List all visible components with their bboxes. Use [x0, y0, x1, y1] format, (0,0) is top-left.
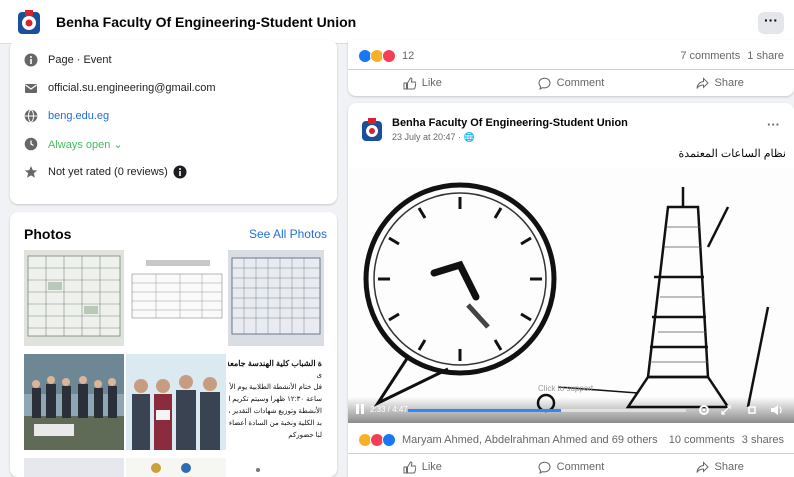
- post-reactions-summary[interactable]: Maryam Ahmed, Abdelrahman Ahmed and 69 o…: [358, 433, 658, 447]
- engagement-counts: 7 comments 1 share: [680, 50, 784, 62]
- timetable-image: [131, 260, 223, 319]
- comment-button[interactable]: Comment: [497, 70, 646, 96]
- photo-thumbnail-schedule-2[interactable]: [126, 250, 226, 346]
- rating-row: Not yet rated (0 reviews): [24, 165, 187, 179]
- thumbs-up-icon: [403, 460, 416, 473]
- photos-heading: Photos: [24, 226, 72, 242]
- photo-thumbnail-6[interactable]: [228, 458, 324, 477]
- award-photo-image: [126, 354, 226, 450]
- post-like-button[interactable]: Like: [348, 454, 497, 477]
- comment-icon: [538, 77, 551, 90]
- comment-icon: [538, 461, 551, 474]
- settings-icon[interactable]: [698, 404, 710, 416]
- photo-thumbnail-award[interactable]: [126, 354, 226, 450]
- email-row: official.su.engineering@gmail.com: [24, 81, 216, 95]
- post-like-label: Like: [421, 461, 442, 473]
- announcement-line-2: ى: [316, 372, 322, 379]
- like-button[interactable]: Like: [348, 70, 497, 96]
- like-label: Like: [421, 77, 442, 89]
- rating-info-icon[interactable]: [173, 165, 187, 179]
- post-author-name[interactable]: Benha Faculty Of Engineering-Student Uni…: [392, 117, 628, 129]
- category-row: Page · Event: [24, 53, 112, 67]
- website-row: beng.edu.eg: [24, 109, 109, 123]
- reaction-count: 12: [402, 50, 415, 62]
- website-link[interactable]: beng.edu.eg: [48, 110, 109, 122]
- video-player[interactable]: Click to support 2:33 / 4:47: [348, 167, 794, 423]
- page-title[interactable]: Benha Faculty Of Engineering-Student Uni…: [56, 14, 356, 30]
- announcement-line-3: فل ختام الأنشطة الطلابية يوم الأ: [229, 384, 322, 391]
- volume-icon[interactable]: [770, 404, 784, 416]
- announcement-line-1: ة الشباب كلية الهندسة جامعة بنه: [228, 359, 322, 368]
- announcement-text: ة الشباب كلية الهندسة جامعة بنه ى فل ختا…: [228, 358, 322, 442]
- share-icon: [696, 76, 709, 89]
- video-post: Benha Faculty Of Engineering-Student Uni…: [348, 103, 794, 477]
- more-options-button[interactable]: ···: [758, 12, 784, 34]
- pause-icon[interactable]: [354, 403, 366, 415]
- shares-count[interactable]: 1 share: [747, 50, 784, 62]
- expand-icon[interactable]: [720, 404, 732, 416]
- photo-thumbnail-schedule-3[interactable]: [228, 250, 324, 346]
- group-photo-image: [24, 354, 124, 450]
- clock-icon: [24, 137, 38, 151]
- like-reaction-icon: [382, 433, 396, 447]
- fullscreen-icon[interactable]: [746, 404, 758, 416]
- intro-card: Page · Event official.su.engineering@gma…: [10, 40, 337, 204]
- photo-thumbnail-announcement[interactable]: ة الشباب كلية الهندسة جامعة بنه ى فل ختا…: [228, 354, 324, 450]
- post-share-button[interactable]: Share: [645, 454, 794, 477]
- schedule-table-image: [27, 255, 121, 337]
- reactors-text: Maryam Ahmed, Abdelrahman Ahmed and 69 o…: [402, 434, 658, 446]
- union-logo-icon[interactable]: [16, 8, 42, 36]
- logos-image: [151, 463, 191, 473]
- post-author-logo-icon[interactable]: [360, 117, 384, 143]
- page-category: Page · Event: [48, 54, 112, 66]
- thumbs-up-icon: [403, 76, 416, 89]
- post-shares-count[interactable]: 3 shares: [742, 434, 784, 446]
- photo-thumbnail-5[interactable]: [126, 458, 226, 477]
- see-all-photos-link[interactable]: See All Photos: [249, 227, 327, 241]
- email-link[interactable]: official.su.engineering@gmail.com: [48, 82, 216, 94]
- share-button[interactable]: Share: [645, 70, 794, 96]
- comment-label: Comment: [556, 77, 605, 89]
- share-icon: [696, 460, 709, 473]
- video-controls: 2:33 / 4:47: [348, 397, 794, 423]
- hours-row: Always open ⌄: [24, 137, 123, 151]
- previous-post-footer: 12 7 comments 1 share Like Comment Share: [348, 40, 794, 96]
- reactions-summary[interactable]: 12: [358, 49, 414, 63]
- video-time: 2:33 / 4:47: [370, 405, 408, 414]
- video-watermark: Click to support: [538, 384, 594, 393]
- email-icon: [25, 84, 37, 93]
- post-caption: نظام الساعات المعتمدة: [678, 148, 787, 160]
- grid-sheet-image: [231, 257, 321, 335]
- announcement-line-4: ساعة ١٢:٣٠ ظهرا وسيتم تكريم الأ: [228, 396, 322, 403]
- photos-card: Photos See All Photos ة الشباب كلية الهن…: [10, 212, 337, 477]
- comments-count[interactable]: 7 comments: [680, 50, 740, 62]
- globe-icon: [24, 109, 38, 123]
- post-action-bar: Like Comment Share: [348, 453, 794, 477]
- announcement-line-7: لنا حضوركم: [288, 432, 322, 439]
- post-engagement-counts: 10 comments 3 shares: [669, 434, 784, 446]
- post-comment-label: Comment: [556, 461, 605, 473]
- info-icon: [24, 53, 38, 67]
- photo-thumbnail-4[interactable]: [24, 458, 124, 477]
- post-comment-button[interactable]: Comment: [497, 454, 646, 477]
- share-label: Share: [714, 77, 744, 89]
- post-actions: Like Comment Share: [348, 69, 794, 96]
- photo-thumbnail-schedule-1[interactable]: [24, 250, 124, 346]
- hours-dropdown[interactable]: Always open ⌄: [48, 138, 123, 151]
- love-reaction-icon: [382, 49, 396, 63]
- star-icon: [24, 166, 38, 178]
- video-progress-bar[interactable]: [408, 409, 686, 412]
- document-image: [256, 468, 260, 472]
- post-timestamp[interactable]: 23 July at 20:47 · 🌐: [392, 132, 475, 143]
- post-more-options-button[interactable]: ···: [767, 117, 780, 132]
- page-header: Benha Faculty Of Engineering-Student Uni…: [0, 0, 794, 44]
- announcement-line-5: الأنشطة وتوزيع شهادات التقدير ،: [228, 408, 322, 415]
- post-comments-count[interactable]: 10 comments: [669, 434, 735, 446]
- video-progress-fill: [408, 409, 561, 412]
- photo-thumbnail-group[interactable]: [24, 354, 124, 450]
- announcement-line-6: بد الكلية ونخبة من السادة أعضاء: [228, 420, 322, 427]
- post-share-label: Share: [714, 461, 744, 473]
- rating-text: Not yet rated (0 reviews): [48, 166, 168, 178]
